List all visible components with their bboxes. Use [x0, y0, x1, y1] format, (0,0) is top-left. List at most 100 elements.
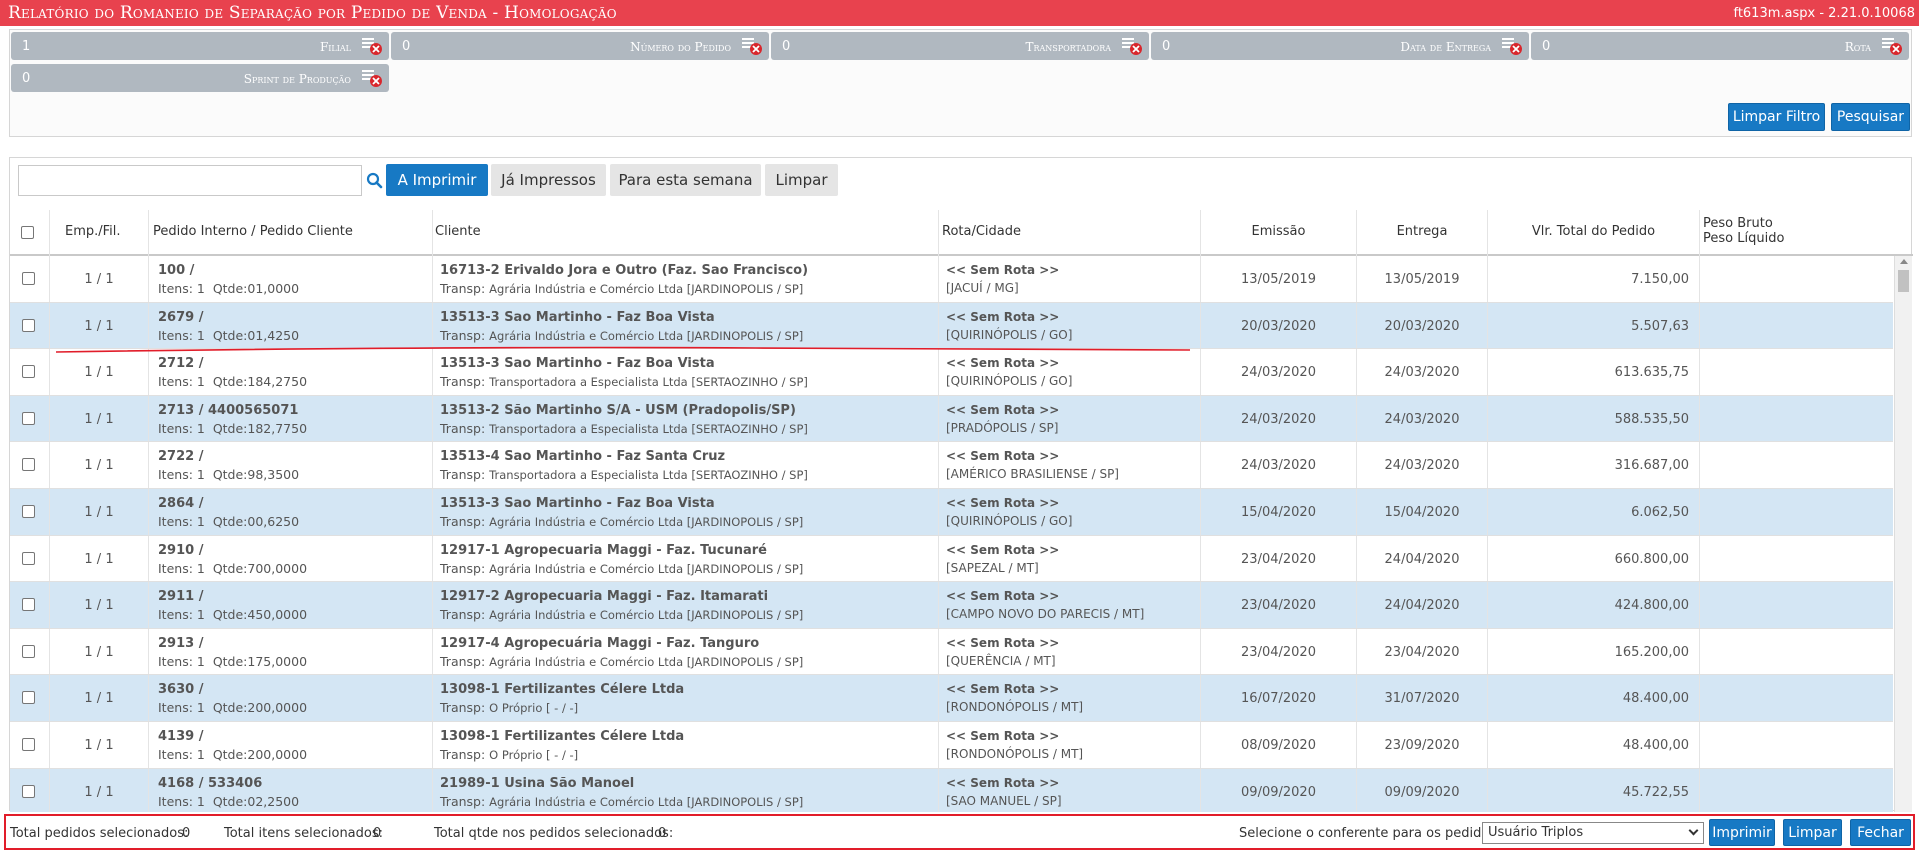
emissao-cell: 23/04/2020	[1201, 535, 1357, 582]
filter-value: 0	[782, 39, 791, 54]
select-all-checkbox[interactable]	[21, 226, 34, 239]
scroll-up-icon[interactable]	[1900, 259, 1908, 264]
row-checkbox[interactable]	[22, 272, 35, 285]
table-row[interactable]: 1 / 1 4139 / Itens: 1 Qtde:200,0000 13098-1…	[10, 722, 1893, 769]
emp-cell: 1 / 1	[50, 442, 149, 488]
table-row[interactable]: 1 / 1 2864 / Itens: 1 Qtde:00,6250 13513-3 …	[10, 489, 1893, 536]
row-select-cell	[10, 302, 50, 349]
conferente-select[interactable]: Usuário Triplos	[1482, 822, 1704, 844]
table-row[interactable]: 1 / 1 2910 / Itens: 1 Qtde:700,0000 12917-1…	[10, 535, 1893, 583]
header-emp[interactable]: Emp./Fil.	[50, 210, 149, 256]
header-entrega[interactable]: Entrega	[1357, 210, 1488, 256]
row-checkbox[interactable]	[22, 365, 35, 379]
itens-count: Itens: 1	[158, 420, 205, 436]
pedido-cell: 3630 / Itens: 1 Qtde:200,0000	[149, 675, 433, 721]
table-row[interactable]: 1 / 1 2679 / Itens: 1 Qtde:01,4250 13513-3 …	[10, 302, 1893, 350]
pedido-cell: 2679 / Itens: 1 Qtde:01,4250	[149, 302, 433, 349]
scroll-thumb[interactable]	[1898, 270, 1909, 292]
pedido-number: 2722 /	[158, 449, 204, 465]
rota-value: << Sem Rota >>	[946, 356, 1060, 371]
print-button[interactable]: Imprimir	[1709, 819, 1775, 846]
close-button[interactable]: Fechar	[1850, 819, 1911, 846]
emissao-cell: 24/03/2020	[1201, 349, 1357, 395]
emissao-cell: 23/04/2020	[1201, 628, 1357, 675]
filter-label: Sprint de Produção	[243, 72, 351, 86]
entrega-value: 24/04/2020	[1384, 551, 1460, 567]
qtde-value: Qtde:01,4250	[212, 327, 300, 343]
table-row[interactable]: 1 / 1 2913 / Itens: 1 Qtde:175,0000 12917-4…	[10, 628, 1893, 676]
header-cliente[interactable]: Cliente	[433, 210, 939, 256]
cidade-value: [RONDONÓPOLIS / MT]	[946, 747, 1084, 761]
table-scrollbar[interactable]	[1894, 256, 1912, 812]
cidade-value: [RONDONÓPOLIS / MT]	[946, 700, 1084, 715]
row-checkbox[interactable]	[22, 738, 35, 751]
table-row[interactable]: 1 / 1 3630 / Itens: 1 Qtde:200,0000 13098-1…	[10, 675, 1893, 722]
row-checkbox[interactable]	[22, 691, 35, 705]
filter-clear-icon[interactable]	[1121, 36, 1143, 56]
table-row[interactable]: 1 / 1 100 / Itens: 1 Qtde:01,0000 16713-2 E…	[10, 256, 1893, 303]
itens-count: Itens: 1	[158, 607, 205, 623]
conferente-label: Selecione o conferente para os pedidos:	[1239, 826, 1501, 841]
filter-clear-icon[interactable]	[361, 36, 383, 56]
header-rota[interactable]: Rota/Cidade	[939, 210, 1201, 256]
emissao-cell: 24/03/2020	[1201, 395, 1357, 442]
emp-cell: 1 / 1	[50, 768, 149, 812]
filter-chip-filial[interactable]: 1 Filial	[11, 32, 389, 60]
valor-cell: 316.687,00	[1488, 442, 1700, 488]
header-valor[interactable]: Vlr. Total do Pedido	[1488, 210, 1700, 256]
row-checkbox[interactable]	[22, 784, 35, 798]
row-checkbox[interactable]	[22, 598, 35, 612]
valor-cell: 613.635,75	[1488, 349, 1700, 395]
row-checkbox[interactable]	[22, 505, 35, 518]
tab-limpar[interactable]: Limpar	[765, 164, 838, 196]
table-row[interactable]: 1 / 1 2722 / Itens: 1 Qtde:98,3500 13513-4 …	[10, 442, 1893, 489]
table-row[interactable]: 1 / 1 2911 / Itens: 1 Qtde:450,0000 12917-2…	[10, 582, 1893, 629]
transp-value: Agrária Indústria e Comércio Ltda [JARDI…	[489, 328, 804, 343]
qtde-value: Qtde:200,0000	[212, 700, 308, 716]
filter-clear-icon[interactable]	[1501, 36, 1523, 56]
row-checkbox[interactable]	[22, 411, 35, 425]
emp-value: 1 / 1	[84, 551, 114, 567]
row-select-cell	[10, 768, 50, 812]
valor-value: 588.535,50	[1614, 411, 1689, 427]
emissao-value: 23/04/2020	[1241, 551, 1316, 567]
clear-filter-button[interactable]: Limpar Filtro	[1728, 103, 1825, 131]
header-emissao[interactable]: Emissão	[1201, 210, 1357, 256]
filter-chip-numero-pedido[interactable]: 0 Número do Pedido	[391, 32, 769, 60]
entrega-cell: 31/07/2020	[1357, 675, 1488, 721]
header-pedido[interactable]: Pedido Interno / Pedido Cliente	[149, 210, 433, 256]
cidade-value: [PRADÓPOLIS / SP]	[946, 420, 1059, 435]
pedido-number: 2679 /	[158, 309, 204, 325]
itens-count: Itens: 1	[158, 700, 205, 716]
rota-cell: << Sem Rota >> [AMÉRICO BRASILIENSE / SP]	[939, 442, 1201, 488]
search-icon[interactable]	[366, 172, 383, 189]
filter-chip-data-entrega[interactable]: 0 Data de Entrega	[1151, 32, 1529, 60]
filter-clear-icon[interactable]	[361, 68, 383, 88]
total-pedidos-value: 0	[182, 826, 191, 841]
search-button[interactable]: Pesquisar	[1831, 103, 1910, 131]
emp-cell: 1 / 1	[50, 489, 149, 535]
header-peso[interactable]: Peso Bruto Peso Líquido	[1700, 210, 1913, 256]
search-input[interactable]	[18, 165, 362, 196]
row-checkbox[interactable]	[22, 551, 35, 565]
tab-ja-impressos[interactable]: Já Impressos	[491, 164, 606, 196]
tab-para-esta-semana[interactable]: Para esta semana	[610, 164, 761, 196]
row-checkbox[interactable]	[22, 318, 35, 332]
tab-a-imprimir[interactable]: A Imprimir	[386, 164, 488, 196]
row-checkbox[interactable]	[22, 458, 35, 472]
filter-clear-icon[interactable]	[1881, 36, 1903, 56]
clear-button[interactable]: Limpar	[1783, 819, 1842, 846]
table-row[interactable]: 1 / 1 4168 / 533406 Itens: 1 Qtde:02,2500 2…	[10, 768, 1893, 812]
row-select-cell	[10, 256, 50, 302]
rota-value: << Sem Rota >>	[946, 542, 1060, 557]
filter-clear-icon[interactable]	[741, 36, 763, 56]
emp-value: 1 / 1	[84, 272, 114, 287]
pedido-number: 2712 /	[158, 356, 204, 372]
emissao-value: 20/03/2020	[1241, 318, 1316, 334]
filter-chip-rota[interactable]: 0 Rota	[1531, 32, 1909, 60]
row-checkbox[interactable]	[22, 644, 35, 658]
table-row[interactable]: 1 / 1 2713 / 4400565071 Itens: 1 Qtde:182,…	[10, 395, 1893, 443]
qtde-value: Qtde:01,0000	[212, 281, 300, 296]
filter-chip-sprint-producao[interactable]: 0 Sprint de Produção	[11, 64, 389, 92]
filter-chip-transportadora[interactable]: 0 Transportadora	[771, 32, 1149, 60]
